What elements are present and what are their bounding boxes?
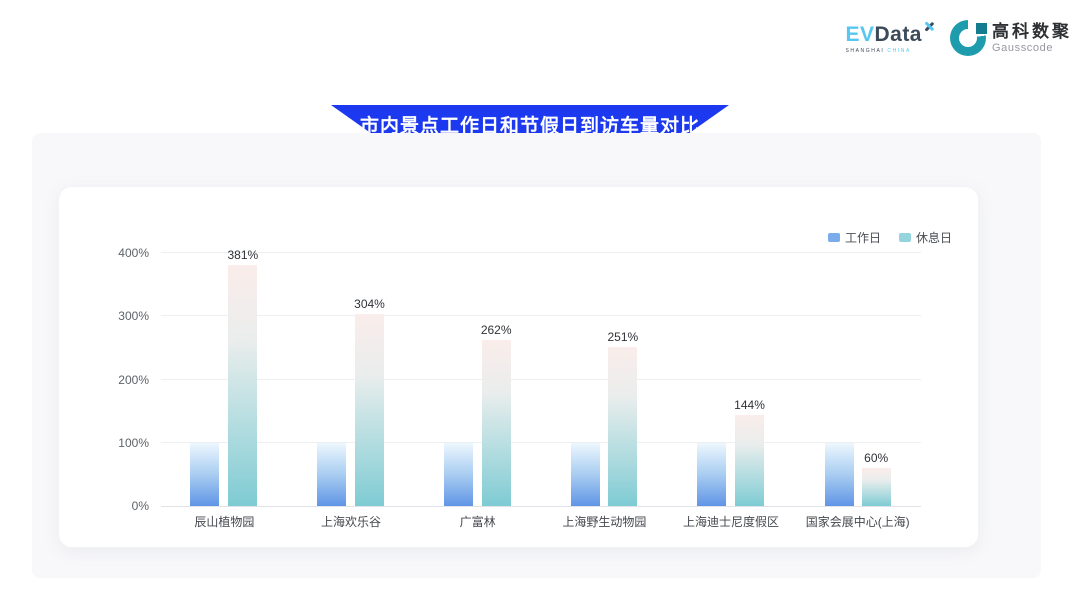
chart-plot: 0%100%200%300%400% 381%304%262%251%144%6… <box>161 254 921 507</box>
bar-restday-wrap-2: 262% <box>481 323 512 506</box>
bar-workday-4 <box>697 443 726 506</box>
bar-series: 381% 304% 262% 251% 144% 60% <box>161 254 921 506</box>
x-axis-label-1: 上海欢乐谷 <box>288 513 415 530</box>
bar-group-5: 60% <box>794 254 921 506</box>
bar-workday-2 <box>444 443 473 506</box>
gausscode-square-icon <box>976 23 987 34</box>
chart-legend: 工作日 休息日 <box>828 229 952 246</box>
bar-restday-1 <box>355 314 384 506</box>
legend-marker-workday-icon <box>828 233 840 242</box>
evdata-sub-right: CHINA <box>887 48 911 54</box>
header-logos: EVData SHANGHAI CHINA 高科数聚 Gausscode <box>845 20 1072 56</box>
bar-restday-5 <box>862 468 891 506</box>
bar-value-label-3: 251% <box>608 330 639 344</box>
evdata-ev-text: EV <box>845 23 874 47</box>
bar-restday-3 <box>608 347 637 506</box>
x-axis-label-2: 广富林 <box>414 513 541 530</box>
bar-group-1: 304% <box>288 254 415 506</box>
bar-restday-wrap-4: 144% <box>734 398 765 506</box>
legend-label-workday: 工作日 <box>845 229 881 246</box>
bar-workday-1 <box>317 443 346 506</box>
bar-restday-wrap-0: 381% <box>227 248 258 506</box>
x-axis-label-0: 辰山植物园 <box>161 513 288 530</box>
x-axis: 辰山植物园上海欢乐谷广富林上海野生动物园上海迪士尼度假区国家会展中心(上海) <box>161 513 921 530</box>
bar-restday-0 <box>228 265 257 506</box>
chart-card: 工作日 休息日 0% 100% 200% 300% 400% 381% 304% 262% 2… <box>58 186 979 548</box>
y-axis-tick: 400% <box>99 246 149 260</box>
evdata-logo: EVData SHANGHAI CHINA <box>845 23 936 54</box>
bar-restday-wrap-5: 60% <box>862 451 891 506</box>
bar-value-label-5: 60% <box>864 451 888 465</box>
gridline <box>161 252 921 253</box>
section-panel: 工作日 休息日 0% 100% 200% 300% 400% 381% 304% 262% 2… <box>32 133 1041 578</box>
y-axis-tick: 300% <box>99 309 149 323</box>
y-axis-tick: 0% <box>99 499 149 513</box>
x-axis-label-5: 国家会展中心(上海) <box>794 513 921 530</box>
gausscode-en-text: Gausscode <box>992 42 1072 54</box>
bar-value-label-0: 381% <box>227 248 258 262</box>
bar-workday-5 <box>825 443 854 506</box>
bar-restday-2 <box>482 340 511 506</box>
bar-group-3: 251% <box>541 254 668 506</box>
evdata-x-icon <box>923 20 936 33</box>
bar-value-label-1: 304% <box>354 297 385 311</box>
bar-workday-3 <box>571 443 600 506</box>
legend-item-workday[interactable]: 工作日 <box>828 229 881 246</box>
evdata-wordmark: EVData <box>845 23 936 47</box>
legend-label-restday: 休息日 <box>916 229 952 246</box>
y-axis-tick: 100% <box>99 436 149 450</box>
x-axis-label-3: 上海野生动物园 <box>541 513 668 530</box>
bar-restday-wrap-3: 251% <box>608 330 639 506</box>
bar-value-label-2: 262% <box>481 323 512 337</box>
evdata-data-text: Data <box>874 23 922 47</box>
evdata-subtitle: SHANGHAI CHINA <box>845 48 936 54</box>
y-axis-tick: 200% <box>99 373 149 387</box>
bar-workday-0 <box>190 443 219 506</box>
evdata-sub-left: SHANGHAI <box>845 48 884 54</box>
bar-restday-wrap-1: 304% <box>354 297 385 506</box>
gausscode-text: 高科数聚 Gausscode <box>992 22 1072 54</box>
legend-item-restday[interactable]: 休息日 <box>899 229 952 246</box>
gausscode-cn-text: 高科数聚 <box>992 22 1072 42</box>
bar-group-0: 381% <box>161 254 288 506</box>
gausscode-logo: 高科数聚 Gausscode <box>950 20 1072 56</box>
bar-group-2: 262% <box>414 254 541 506</box>
legend-marker-restday-icon <box>899 233 911 242</box>
page: EVData SHANGHAI CHINA 高科数聚 Gausscode 市内景… <box>0 0 1080 608</box>
x-axis-label-4: 上海迪士尼度假区 <box>668 513 795 530</box>
bar-restday-4 <box>735 415 764 506</box>
bar-value-label-4: 144% <box>734 398 765 412</box>
bar-group-4: 144% <box>668 254 795 506</box>
gausscode-g-icon <box>950 20 986 56</box>
